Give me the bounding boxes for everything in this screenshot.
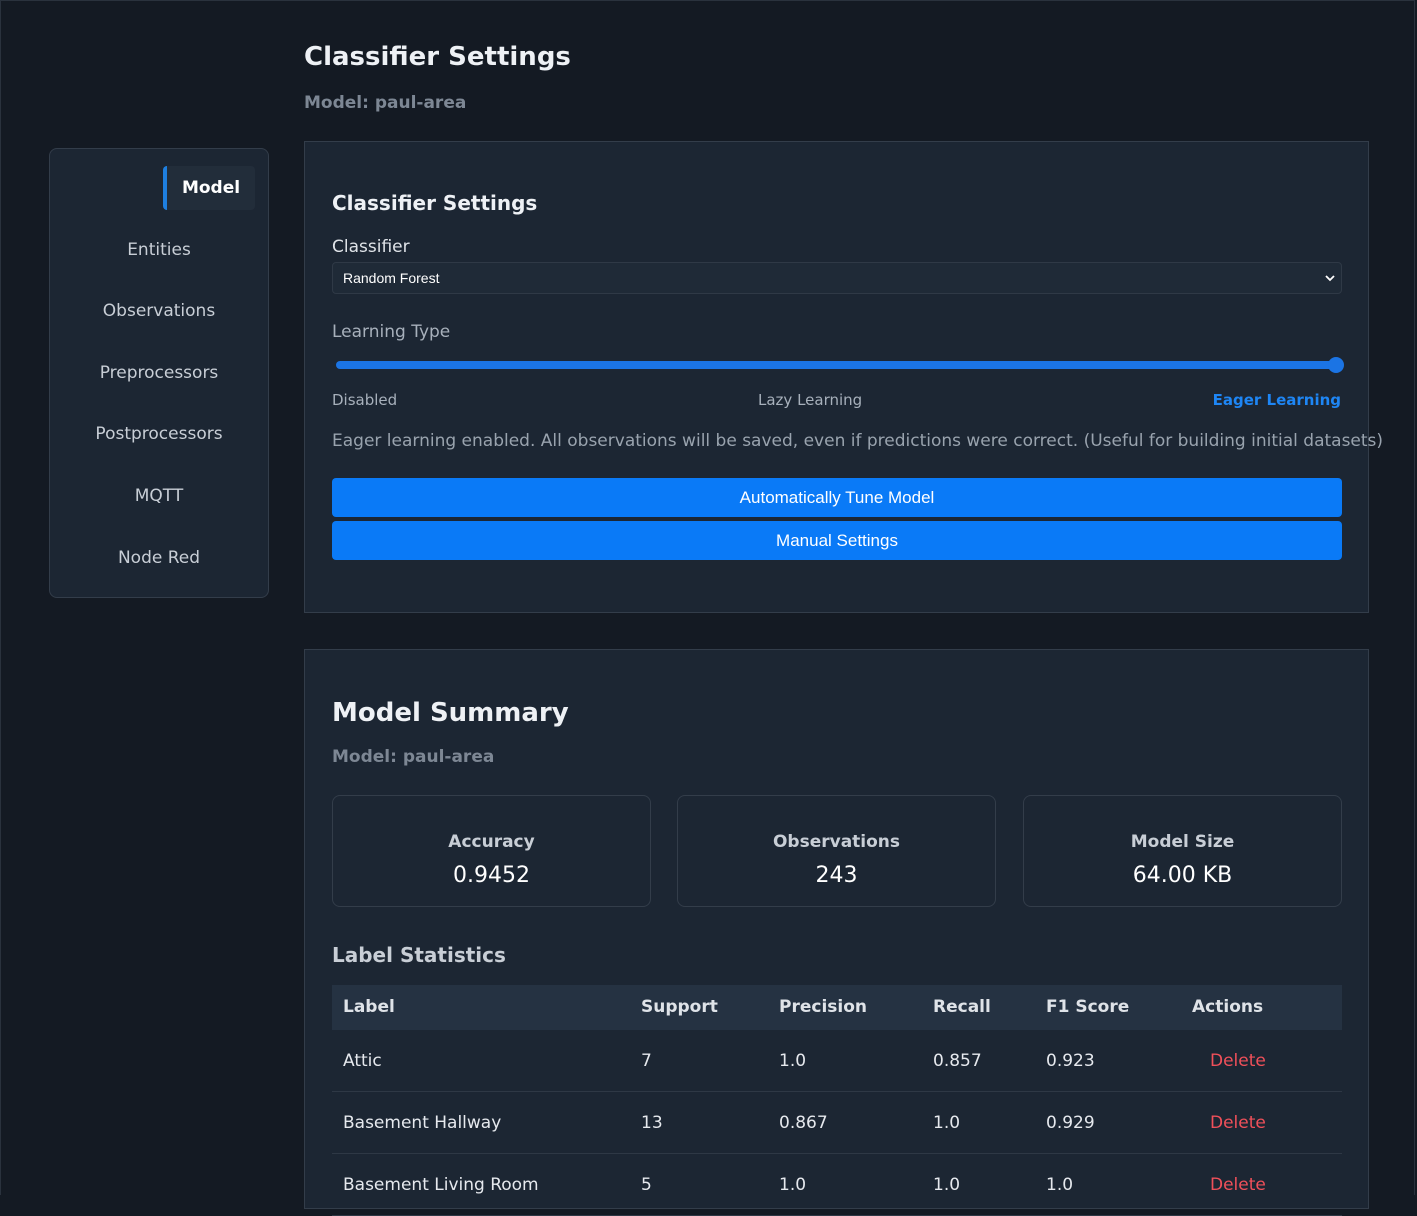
stat-value: 64.00 KB (1132, 863, 1233, 888)
page-subtitle: Model: paul-area (304, 93, 467, 113)
cell-recall: 0.857 (933, 1051, 982, 1071)
learning-level-disabled: Disabled (332, 391, 398, 409)
learning-type-slider-thumb[interactable] (1328, 357, 1344, 373)
learning-level-eager: Eager Learning (1212, 391, 1341, 409)
cell-support: 13 (641, 1113, 663, 1133)
cell-label: Basement Living Room (343, 1175, 539, 1195)
stat-observations: Observations 243 (677, 795, 996, 907)
chevron-down-icon (1325, 275, 1335, 282)
cell-f1: 0.929 (1046, 1113, 1095, 1133)
table-row: Basement Hallway 13 0.867 1.0 0.929 Dele… (332, 1092, 1342, 1154)
classifier-label: Classifier (332, 237, 410, 257)
delete-button[interactable]: Delete (1210, 1154, 1266, 1216)
column-header: Label (343, 997, 395, 1017)
cell-precision: 0.867 (779, 1113, 828, 1133)
cell-precision: 1.0 (779, 1175, 807, 1195)
learning-level-lazy: Lazy Learning (758, 391, 863, 409)
learning-description: Eager learning enabled. All observations… (332, 431, 1384, 451)
stat-label: Accuracy (448, 832, 535, 852)
sidebar-item-mqtt[interactable]: MQTT (50, 486, 268, 506)
classifier-select-value: Random Forest (343, 270, 440, 286)
delete-button[interactable]: Delete (1210, 1030, 1266, 1092)
stat-label: Observations (772, 832, 901, 852)
table-header: Label Support Precision Recall F1 Score … (332, 985, 1342, 1030)
column-header: Precision (779, 997, 868, 1017)
cell-precision: 1.0 (779, 1051, 807, 1071)
cell-support: 5 (641, 1175, 652, 1195)
sidebar-item-observations[interactable]: Observations (50, 301, 268, 321)
cell-f1: 1.0 (1046, 1175, 1074, 1195)
sidebar-item-preprocessors[interactable]: Preprocessors (50, 363, 268, 383)
stat-value: 243 (815, 863, 858, 888)
column-header: Support (641, 997, 718, 1017)
page-title: Classifier Settings (304, 42, 571, 72)
column-header: Recall (933, 997, 991, 1017)
cell-f1: 0.923 (1046, 1051, 1095, 1071)
classifier-card-title: Classifier Settings (332, 191, 538, 215)
cell-recall: 1.0 (933, 1113, 961, 1133)
cell-label: Attic (343, 1051, 382, 1071)
cell-label: Basement Hallway (343, 1113, 502, 1133)
table-row: Attic 7 1.0 0.857 0.923 Delete (332, 1030, 1342, 1092)
summary-subtitle: Model: paul-area (332, 747, 495, 767)
stat-accuracy: Accuracy 0.9452 (332, 795, 651, 907)
sidebar-item-node-red[interactable]: Node Red (50, 548, 268, 568)
summary-title: Model Summary (332, 698, 569, 728)
stat-model-size: Model Size 64.00 KB (1023, 795, 1342, 907)
sidebar-item-postprocessors[interactable]: Postprocessors (50, 424, 268, 444)
sidebar-nav: Model Entities Observations Preprocessor… (49, 148, 269, 598)
column-header: F1 Score (1046, 997, 1130, 1017)
delete-button[interactable]: Delete (1210, 1092, 1266, 1154)
stat-value: 0.9452 (453, 863, 530, 888)
column-header: Actions (1192, 997, 1264, 1017)
cell-support: 7 (641, 1051, 652, 1071)
auto-tune-button[interactable]: Automatically Tune Model (332, 478, 1342, 517)
classifier-select[interactable]: Random Forest (332, 262, 1342, 294)
stat-label: Model Size (1130, 832, 1235, 852)
table-row: Basement Living Room 5 1.0 1.0 1.0 Delet… (332, 1154, 1342, 1216)
label-statistics-title: Label Statistics (332, 943, 506, 967)
learning-type-label: Learning Type (332, 322, 451, 342)
manual-settings-button[interactable]: Manual Settings (332, 521, 1342, 560)
model-summary-card: Model Summary Model: paul-area Accuracy … (304, 649, 1369, 1216)
cell-recall: 1.0 (933, 1175, 961, 1195)
learning-type-slider[interactable] (336, 361, 1338, 369)
classifier-settings-card: Classifier Settings Classifier Random Fo… (304, 141, 1383, 613)
sidebar-item-model[interactable]: Model (163, 166, 255, 210)
sidebar-item-entities[interactable]: Entities (50, 240, 268, 260)
